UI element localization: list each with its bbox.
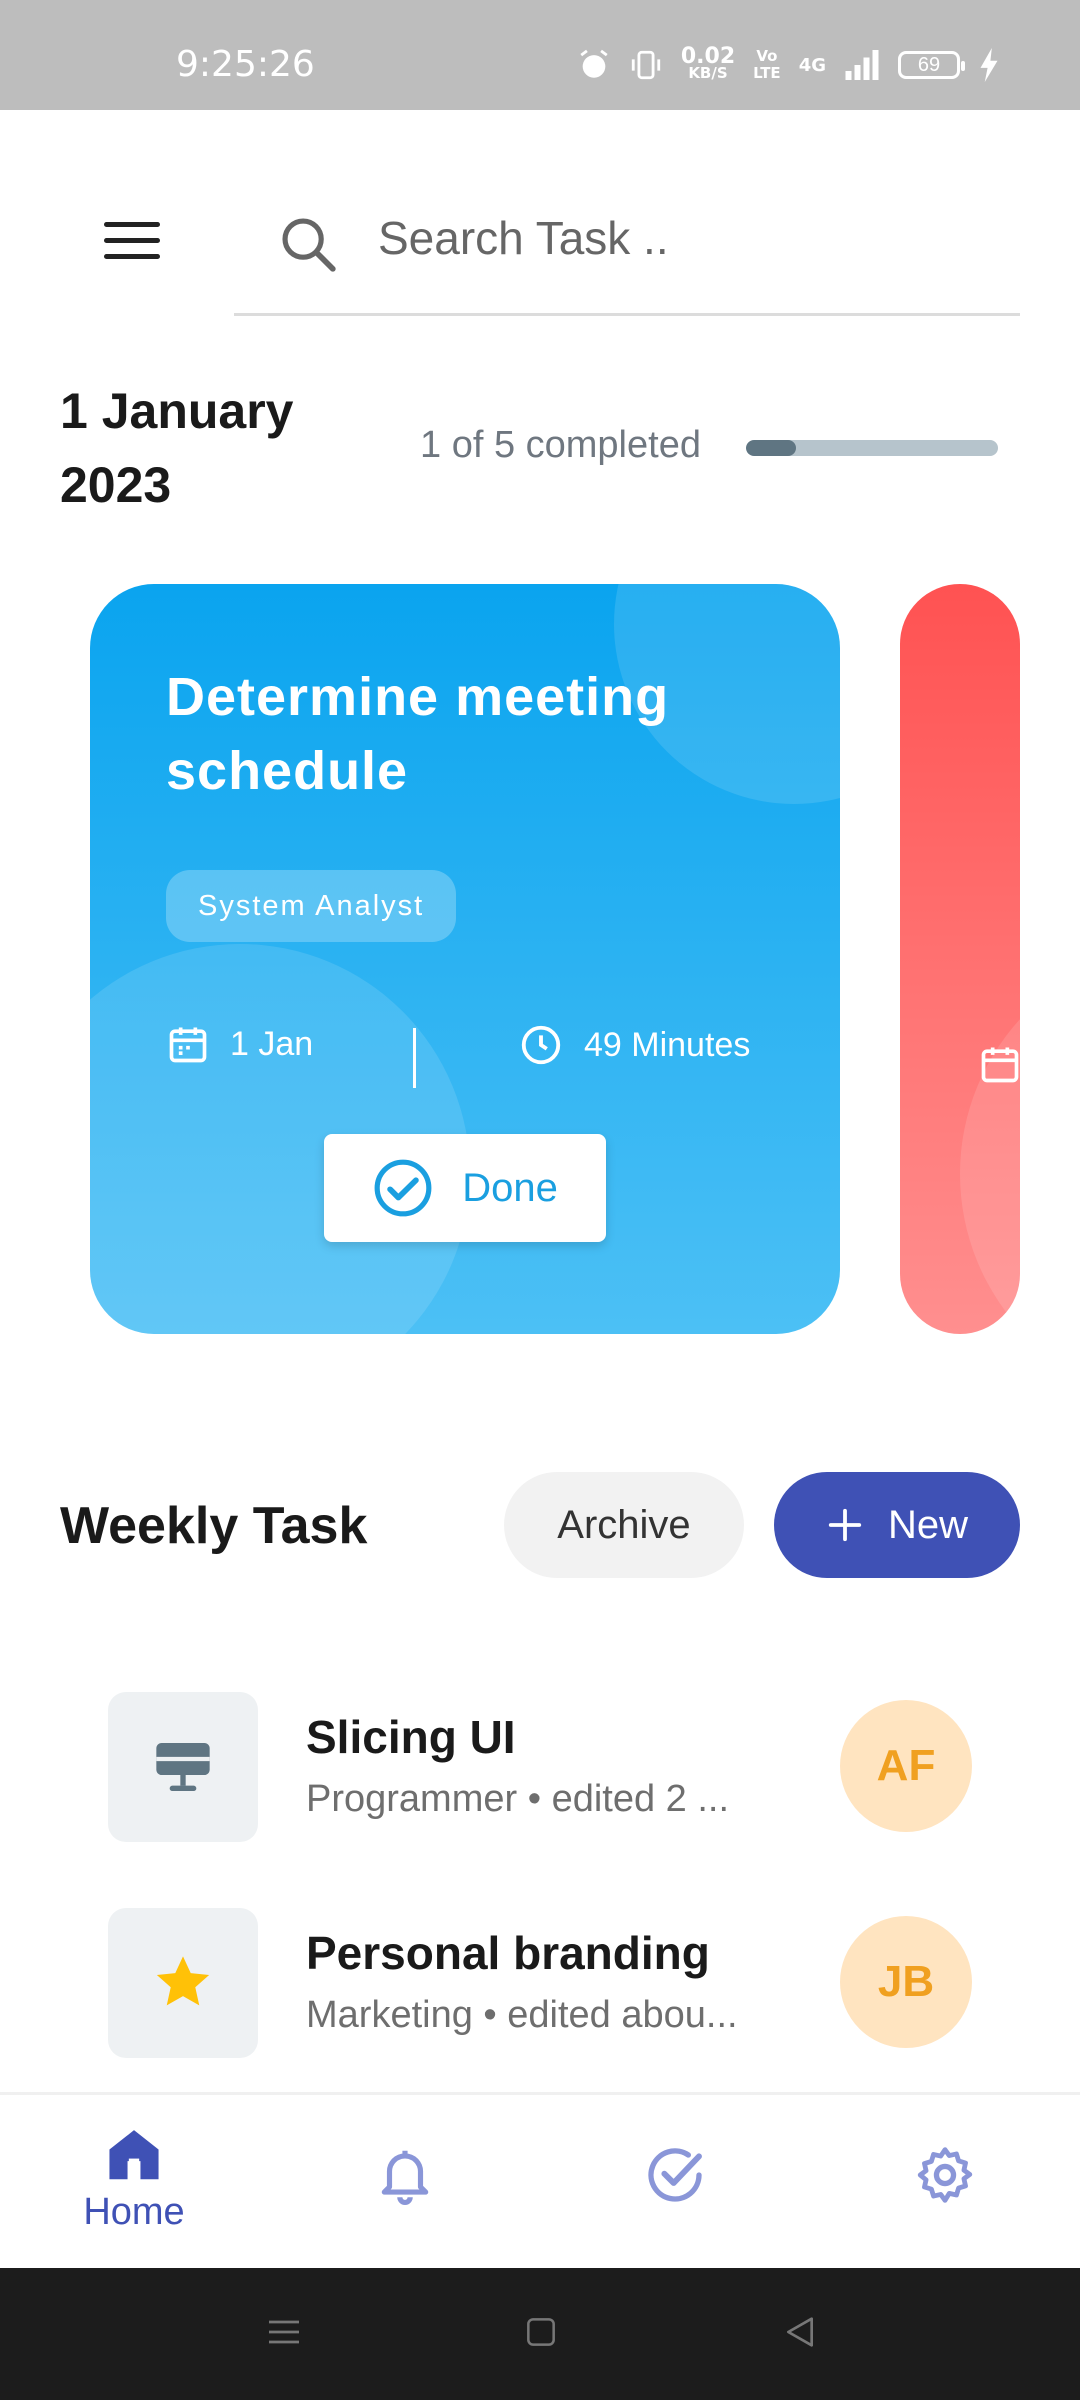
menu-icon[interactable]	[264, 2312, 304, 2352]
task-card[interactable]: Determine meeting schedule System Analys…	[90, 584, 840, 1334]
task-icon-box	[108, 1908, 258, 2058]
battery-indicator: 69	[898, 51, 965, 79]
system-nav-bar	[0, 2268, 1080, 2400]
progress-text: 1 of 5 completed	[420, 424, 701, 466]
new-label: New	[887, 1502, 969, 1547]
vibrate-icon	[631, 50, 661, 80]
search-input[interactable]	[378, 200, 978, 276]
net-speed: 0.02 KB/S	[680, 44, 736, 82]
task-row[interactable]: Slicing UI Programmer • edited 2 ... AF	[108, 1692, 1020, 1842]
check-circle-icon	[648, 2148, 702, 2202]
calendar-icon	[169, 1027, 207, 1063]
home-icon	[109, 2130, 159, 2180]
calendar-icon	[981, 1047, 1019, 1083]
charging-icon	[980, 48, 998, 82]
nav-home[interactable]: Home	[34, 2125, 234, 2234]
gear-icon	[917, 2147, 973, 2203]
task-subtitle: Programmer • edited 2 ...	[306, 1778, 730, 1820]
plus-icon	[828, 1508, 862, 1542]
progress-bar	[746, 440, 998, 456]
task-subtitle: Marketing • edited abou...	[306, 1994, 738, 2036]
nav-notifications[interactable]	[305, 2143, 505, 2205]
card-date: 1 Jan	[166, 1022, 313, 1066]
network-type: 4G	[798, 54, 826, 76]
status-icons: 0.02 KB/S Vo LTE 4G 69	[577, 44, 1000, 82]
task-card-next[interactable]	[900, 584, 1020, 1334]
card-tag: System Analyst	[166, 870, 457, 942]
clock-icon	[521, 1025, 561, 1065]
new-task-button[interactable]: New	[774, 1472, 1020, 1578]
alarm-icon	[580, 49, 608, 78]
star-icon	[156, 1956, 210, 2006]
card-decoration	[960, 944, 1020, 1334]
nav-home-label: Home	[83, 2191, 185, 2233]
bottom-nav: Home	[0, 2092, 1080, 2268]
meta-divider	[413, 1028, 416, 1088]
task-row[interactable]: Personal branding Marketing • edited abo…	[108, 1908, 1020, 2058]
archive-button[interactable]: Archive	[504, 1472, 744, 1578]
task-title: Slicing UI	[306, 1711, 516, 1763]
hamburger-icon	[104, 222, 160, 227]
bell-icon	[381, 2150, 429, 2205]
nav-settings[interactable]	[845, 2143, 1045, 2207]
done-button[interactable]: Done	[324, 1134, 606, 1242]
volte-indicator: Vo LTE	[753, 47, 781, 82]
card-title: Determine meeting schedule	[166, 667, 670, 801]
check-circle-icon	[374, 1159, 432, 1217]
nav-tasks[interactable]	[575, 2143, 775, 2207]
task-icon-box	[108, 1692, 258, 1842]
done-label: Done	[462, 1165, 558, 1210]
avatar: AF	[840, 1700, 972, 1832]
card-duration-text: 49 Minutes	[584, 1025, 751, 1064]
search-icon	[282, 218, 336, 272]
avatar: JB	[840, 1916, 972, 2048]
hamburger-line	[104, 238, 160, 243]
signal-icon	[845, 50, 879, 80]
back-icon[interactable]	[780, 2312, 820, 2352]
status-time: 9:25:26	[176, 44, 315, 85]
monitor-icon	[156, 1743, 210, 1791]
search-bar[interactable]	[234, 200, 1020, 316]
progress-fill	[746, 440, 797, 456]
weekly-task-title: Weekly Task	[60, 1497, 368, 1555]
status-bar: 9:25:26 0.02 KB/S Vo LTE 4G 69	[0, 0, 1080, 110]
card-duration: 49 Minutes	[518, 1022, 750, 1068]
hamburger-line	[104, 254, 160, 259]
task-title: Personal branding	[306, 1927, 710, 1979]
square-icon[interactable]	[522, 2312, 560, 2352]
menu-button[interactable]	[104, 222, 160, 262]
date-title: 1 January 2023	[60, 383, 294, 513]
card-date-text: 1 Jan	[230, 1024, 314, 1063]
